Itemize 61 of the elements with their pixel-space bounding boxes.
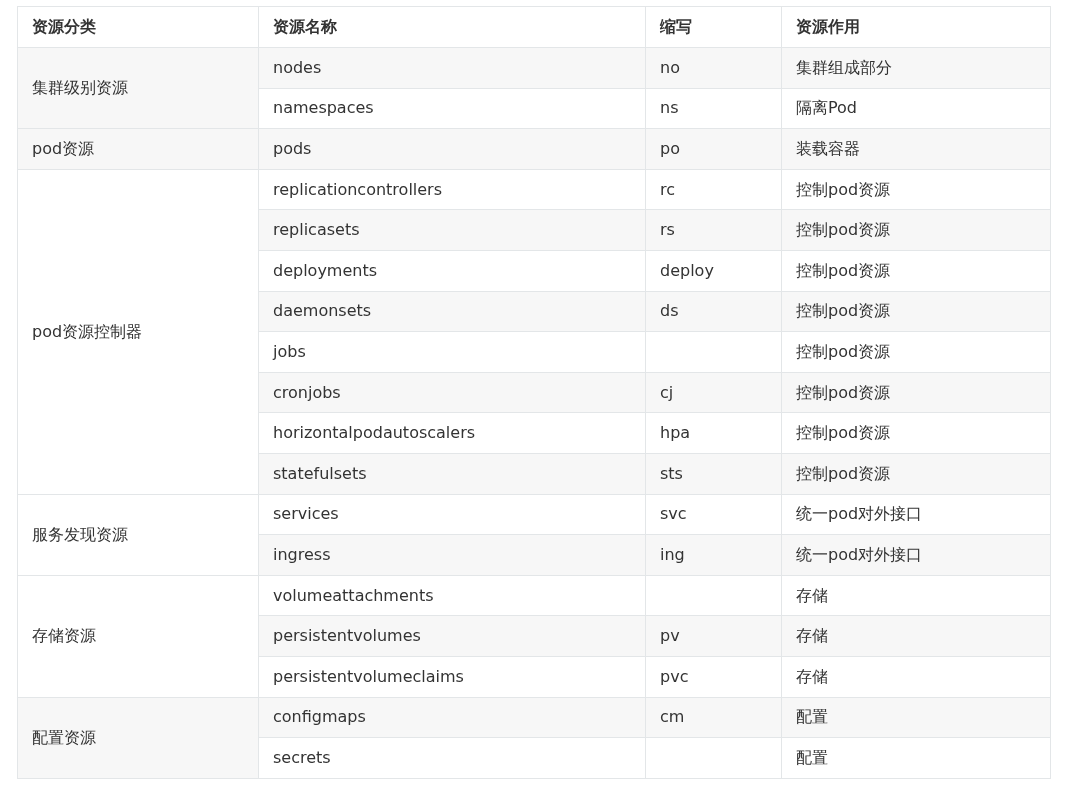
category-cell: 集群级别资源 (17, 47, 259, 129)
purpose-cell: 统一pod对外接口 (781, 494, 1051, 535)
short-name-cell: ds (645, 291, 782, 332)
category-cell: 存储资源 (17, 575, 259, 697)
short-name-cell: ns (645, 88, 782, 129)
short-name-cell: pvc (645, 656, 782, 697)
resource-name-cell: pods (258, 128, 646, 170)
column-header: 缩写 (645, 6, 782, 48)
category-cell: 服务发现资源 (17, 494, 259, 576)
column-header: 资源名称 (258, 6, 646, 48)
purpose-cell: 隔离Pod (781, 88, 1051, 129)
category-cell: pod资源 (17, 128, 259, 170)
purpose-cell: 存储 (781, 575, 1051, 616)
resource-name-cell: replicasets (258, 209, 646, 251)
purpose-cell: 配置 (781, 697, 1051, 738)
resource-name-cell: secrets (258, 737, 646, 779)
resource-name-cell: nodes (258, 47, 646, 89)
purpose-cell: 统一pod对外接口 (781, 534, 1051, 576)
purpose-cell: 控制pod资源 (781, 412, 1051, 454)
short-name-cell: sts (645, 453, 782, 495)
purpose-cell: 存储 (781, 615, 1051, 657)
short-name-cell: deploy (645, 250, 782, 292)
resource-name-cell: deployments (258, 250, 646, 292)
short-name-cell: no (645, 47, 782, 89)
short-name-cell: hpa (645, 412, 782, 454)
short-name-cell: po (645, 128, 782, 170)
purpose-cell: 配置 (781, 737, 1051, 779)
resource-name-cell: configmaps (258, 697, 646, 738)
resource-name-cell: services (258, 494, 646, 535)
purpose-cell: 存储 (781, 656, 1051, 697)
purpose-cell: 控制pod资源 (781, 169, 1051, 210)
resource-name-cell: statefulsets (258, 453, 646, 495)
resource-name-cell: persistentvolumes (258, 615, 646, 657)
purpose-cell: 控制pod资源 (781, 291, 1051, 332)
resource-name-cell: ingress (258, 534, 646, 576)
short-name-cell: cm (645, 697, 782, 738)
short-name-cell: cj (645, 372, 782, 413)
resource-name-cell: persistentvolumeclaims (258, 656, 646, 697)
purpose-cell: 装载容器 (781, 128, 1051, 170)
purpose-cell: 控制pod资源 (781, 209, 1051, 251)
short-name-cell: svc (645, 494, 782, 535)
purpose-cell: 控制pod资源 (781, 250, 1051, 292)
resource-name-cell: replicationcontrollers (258, 169, 646, 210)
resource-name-cell: cronjobs (258, 372, 646, 413)
resource-name-cell: daemonsets (258, 291, 646, 332)
column-header: 资源作用 (781, 6, 1051, 48)
purpose-cell: 控制pod资源 (781, 453, 1051, 495)
category-cell: pod资源控制器 (17, 169, 259, 495)
resource-name-cell: namespaces (258, 88, 646, 129)
category-cell: 配置资源 (17, 697, 259, 779)
short-name-cell: rs (645, 209, 782, 251)
purpose-cell: 控制pod资源 (781, 331, 1051, 373)
short-name-cell: pv (645, 615, 782, 657)
resource-name-cell: volumeattachments (258, 575, 646, 616)
short-name-cell: ing (645, 534, 782, 576)
purpose-cell: 集群组成部分 (781, 47, 1051, 89)
resource-name-cell: jobs (258, 331, 646, 373)
column-header: 资源分类 (17, 6, 259, 48)
purpose-cell: 控制pod资源 (781, 372, 1051, 413)
resource-name-cell: horizontalpodautoscalers (258, 412, 646, 454)
short-name-cell: rc (645, 169, 782, 210)
